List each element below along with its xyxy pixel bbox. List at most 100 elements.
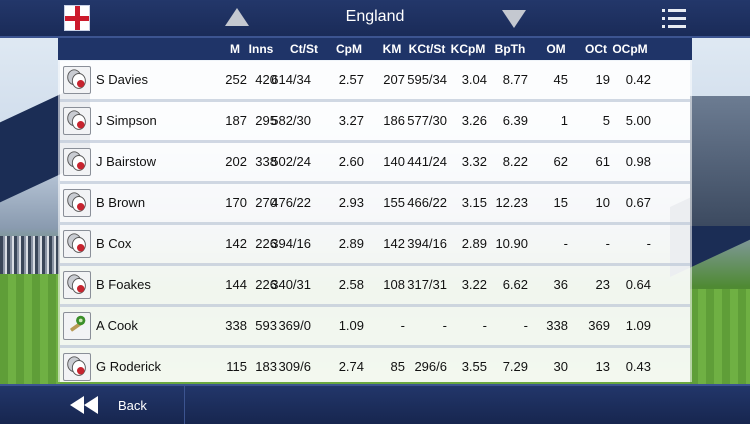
stat-cell: 0.67 [625, 195, 651, 210]
stat-cell: 0.43 [625, 359, 651, 374]
stat-cell: 1 [560, 113, 568, 128]
column-header[interactable]: CpM [333, 42, 365, 56]
wicketkeeper-gloves-icon [63, 189, 91, 217]
stat-cell: 183 [255, 359, 277, 374]
stat-cell: 13 [595, 359, 610, 374]
stat-cell: 338 [225, 318, 247, 333]
table-header: M Inns Ct/St CpM KM KCt/St KCpM BpTh OM … [58, 38, 692, 60]
wicketkeeper-gloves-icon [63, 353, 91, 381]
stat-cell: 6.39 [502, 113, 528, 128]
stat-cell: - [442, 318, 447, 333]
stat-cell: 8.77 [502, 72, 528, 87]
wicketkeeper-gloves-icon [63, 148, 91, 176]
stat-cell: 309/6 [278, 359, 311, 374]
triangle-up-icon[interactable] [225, 8, 249, 26]
stat-cell: 10 [595, 195, 610, 210]
team-title: England [345, 8, 405, 25]
stat-cell: 8.22 [502, 154, 528, 169]
stat-cell: 0.98 [625, 154, 651, 169]
stat-cell: 2.93 [338, 195, 364, 210]
stat-cell: - [563, 236, 568, 251]
list-menu-icon[interactable] [662, 8, 686, 30]
player-name: J Bairstow [96, 154, 156, 169]
stat-cell: 595/34 [407, 72, 447, 87]
stat-cell: 142 [383, 236, 405, 251]
stat-cell: 2.60 [338, 154, 364, 169]
stat-cell: 317/31 [407, 277, 447, 292]
bottom-bar: Back [0, 384, 750, 424]
wicketkeeper-gloves-icon [63, 66, 91, 94]
stat-cell: 252 [225, 72, 247, 87]
stat-cell: 30 [553, 359, 568, 374]
stat-cell: 144 [225, 277, 247, 292]
stat-cell: 85 [390, 359, 405, 374]
stat-cell: 155 [383, 195, 405, 210]
stat-cell: 369/0 [278, 318, 311, 333]
england-flag-icon[interactable] [64, 5, 90, 31]
table-row[interactable]: B Foakes 144 226 340/31 2.58 108 317/31 3.22 6.6… [60, 266, 690, 307]
stat-cell: 394/16 [407, 236, 447, 251]
player-name: J Simpson [96, 113, 157, 128]
background-building [690, 96, 750, 226]
table-row[interactable]: J Bairstow 202 338 502/24 2.60 140 441/24 3.32 8… [60, 143, 690, 184]
stat-cell: 466/22 [407, 195, 447, 210]
stat-cell: - [605, 236, 610, 251]
stat-cell: 3.22 [461, 277, 487, 292]
stat-cell: - [523, 318, 528, 333]
column-header[interactable]: KCt/St [404, 42, 450, 56]
player-name: B Cox [96, 236, 132, 251]
stat-cell: 186 [383, 113, 405, 128]
table-row[interactable]: G Roderick 115 183 309/6 2.74 85 296/6 3.55 7.29… [60, 348, 690, 382]
stat-cell: 394/16 [271, 236, 311, 251]
stat-cell: 7.29 [502, 359, 528, 374]
column-header[interactable]: Inns [246, 42, 276, 56]
column-header[interactable]: Ct/St [284, 42, 324, 56]
column-header[interactable]: M [223, 42, 247, 56]
player-name: B Brown [96, 195, 146, 210]
stat-cell: 19 [595, 72, 610, 87]
stat-cell: 187 [225, 113, 247, 128]
stat-cell: - [646, 236, 651, 251]
player-name: G Roderick [96, 359, 162, 374]
stat-cell: 3.15 [461, 195, 487, 210]
table-row[interactable]: J Simpson 187 295 582/30 3.27 186 577/30 3.26 6.… [60, 102, 690, 143]
stat-cell: - [482, 318, 487, 333]
stat-cell: 3.04 [461, 72, 487, 87]
column-header[interactable]: KM [380, 42, 404, 56]
bat-and-ball-icon [63, 312, 91, 340]
stat-cell: 5 [602, 113, 610, 128]
stat-cell: 476/22 [271, 195, 311, 210]
column-header[interactable]: OCt [582, 42, 610, 56]
stat-cell: 369 [588, 318, 610, 333]
triangle-down-icon[interactable] [502, 10, 526, 28]
stat-cell: 202 [225, 154, 247, 169]
stat-cell: 2.89 [461, 236, 487, 251]
stat-cell: 340/31 [271, 277, 311, 292]
table-row[interactable]: B Cox 142 226 394/16 2.89 142 394/16 2.89 10.90-… [60, 225, 690, 266]
wicketkeeper-gloves-icon [63, 271, 91, 299]
stat-cell: 502/24 [271, 154, 311, 169]
stat-cell: 296/6 [414, 359, 447, 374]
stats-table: M Inns Ct/St CpM KM KCt/St KCpM BpTh OM … [58, 38, 692, 382]
stat-cell: 2.58 [338, 277, 364, 292]
stat-cell: 3.32 [461, 154, 487, 169]
column-header[interactable]: BpTh [494, 42, 526, 56]
stat-cell: 2.89 [338, 236, 364, 251]
stat-cell: 5.00 [625, 113, 651, 128]
stat-cell: 108 [383, 277, 405, 292]
background-grass [690, 289, 750, 384]
stat-cell: 6.62 [502, 277, 528, 292]
table-row[interactable]: S Davies 252 420 614/34 2.57 207 595/34 3.04 8.7… [60, 61, 690, 102]
wicketkeeper-gloves-icon [63, 107, 91, 135]
stat-cell: 1.09 [625, 318, 651, 333]
stat-cell: 140 [383, 154, 405, 169]
table-row[interactable]: A Cook 338 593 369/0 1.09 - - - - 338 369 1.09 [60, 307, 690, 348]
column-header[interactable]: OCpM [612, 42, 648, 56]
stat-cell: 593 [255, 318, 277, 333]
table-row[interactable]: B Brown 170 270 476/22 2.93 155 466/22 3.15 12.2… [60, 184, 690, 225]
player-name: B Foakes [96, 277, 151, 292]
column-header[interactable]: OM [544, 42, 568, 56]
back-button[interactable]: Back [70, 392, 182, 418]
top-bar: England [0, 0, 750, 38]
column-header[interactable]: KCpM [448, 42, 488, 56]
